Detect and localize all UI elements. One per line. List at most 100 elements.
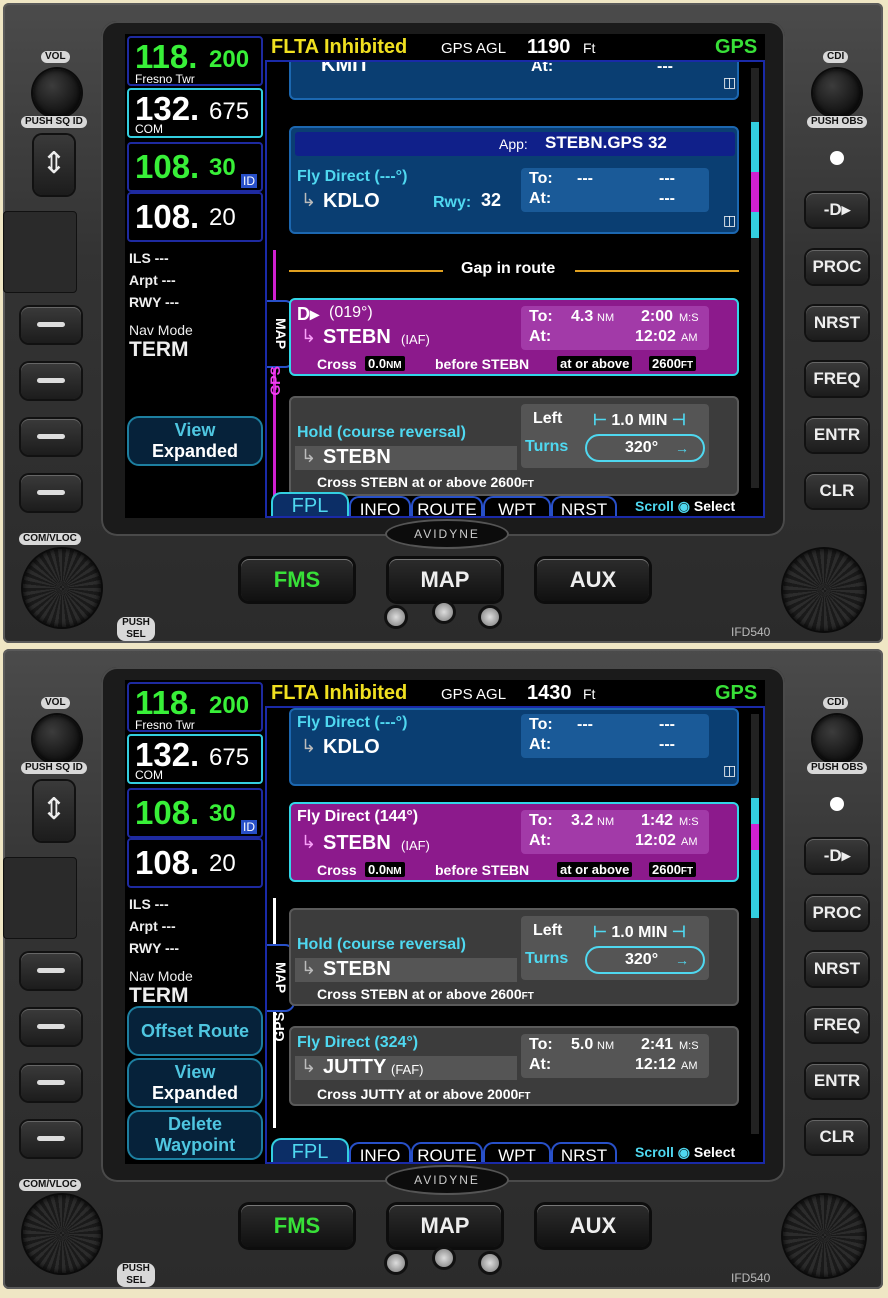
agl-value: 1190 xyxy=(527,36,571,58)
flight-plan-leg-kdlo[interactable]: Fly Direct (---°) ↳ KDLO To: --- --- At:… xyxy=(289,708,739,786)
fms-button[interactable]: FMS xyxy=(241,1205,353,1247)
lsk-3-button[interactable] xyxy=(21,1065,81,1101)
leg-title: Fly Direct (---°) xyxy=(297,168,408,185)
fms-button[interactable]: FMS xyxy=(241,559,353,601)
swap-arrow-button[interactable]: ⇕ xyxy=(34,781,74,841)
push-sq-id-label: PUSH SQ ID xyxy=(21,116,87,128)
direct-to-button[interactable]: -D▸ xyxy=(806,193,868,227)
swap-arrow-button[interactable]: ⇕ xyxy=(34,135,74,195)
cdi-knob[interactable] xyxy=(813,715,861,763)
vol-knob[interactable] xyxy=(33,69,81,117)
hold-course-field[interactable]: 320° → xyxy=(585,946,705,974)
leg-arrow-icon: ↳ xyxy=(301,326,317,346)
hold-leg-time[interactable]: ⊢ 1.0 MIN ⊣ xyxy=(593,410,686,430)
leg-course: (019°) xyxy=(329,304,373,321)
hold-leg-time[interactable]: ⊢ 1.0 MIN ⊣ xyxy=(593,922,686,942)
hold-turn-arrow-icon: → xyxy=(675,440,689,456)
nav-standby-mhz: 108. xyxy=(135,198,200,235)
tab-nrst[interactable]: NRST xyxy=(551,496,617,516)
view-expanded-button[interactable]: View Expanded xyxy=(127,416,263,466)
lsk-2-button[interactable] xyxy=(21,363,81,399)
lsk-2-button[interactable] xyxy=(21,1009,81,1045)
aux-button[interactable]: AUX xyxy=(537,1205,649,1247)
flight-plan-leg-stebn-active[interactable]: D▸ (019°) ↳ STEBN (IAF) To: 4.3 NM 2:00 … xyxy=(289,298,739,376)
freq-button[interactable]: FREQ xyxy=(806,362,868,396)
vol-knob[interactable] xyxy=(33,715,81,763)
tab-route[interactable]: ROUTE xyxy=(411,496,483,516)
lsk-4-button[interactable] xyxy=(21,475,81,511)
freq-button[interactable]: FREQ xyxy=(806,1008,868,1042)
aux-button[interactable]: AUX xyxy=(537,559,649,601)
proc-button[interactable]: PROC xyxy=(806,250,868,284)
nav-standby-freq[interactable]: 108. 20 xyxy=(127,192,263,242)
nav-active-khz: 30 xyxy=(209,154,236,181)
nrst-button[interactable]: NRST xyxy=(806,306,868,340)
proc-button[interactable]: PROC xyxy=(806,896,868,930)
tab-info[interactable]: INFO xyxy=(349,1142,411,1162)
cdi-knob[interactable] xyxy=(813,69,861,117)
lsk-4-button[interactable] xyxy=(21,1121,81,1157)
entr-button[interactable]: ENTR xyxy=(806,1064,868,1098)
lsk-3-button[interactable] xyxy=(21,419,81,455)
clr-button[interactable]: CLR xyxy=(806,1120,868,1154)
nrst-button[interactable]: NRST xyxy=(806,952,868,986)
at-value: --- xyxy=(657,60,673,75)
leg-data-box: To: --- --- At: --- xyxy=(521,168,709,212)
view-line-2: Expanded xyxy=(151,1083,239,1103)
display-screen: FLTA Inhibited GPS AGL 1430 Ft GPS 118. … xyxy=(125,680,765,1164)
com-standby-freq[interactable]: 132. 675 COM xyxy=(127,88,263,138)
hold-course-field[interactable]: 320° → xyxy=(585,434,705,462)
tab-info[interactable]: INFO xyxy=(349,496,411,516)
expand-icon[interactable]: ◫ xyxy=(723,212,736,229)
to-distance: 5.0 xyxy=(571,1036,594,1053)
flight-plan-leg-hold[interactable]: Hold (course reversal) ↳ STEBN Left ⊢ 1.… xyxy=(289,908,739,1006)
entr-button[interactable]: ENTR xyxy=(806,418,868,452)
delete-waypoint-button[interactable]: Delete Waypoint xyxy=(127,1110,263,1160)
expand-icon[interactable]: ◫ xyxy=(723,762,736,779)
flight-plan-leg-jutty[interactable]: Fly Direct (324°) ↳ JUTTY (FAF) To: 5.0 … xyxy=(289,1026,739,1106)
direct-to-button[interactable]: -D▸ xyxy=(806,839,868,873)
nav-mode-value: TERM xyxy=(129,338,189,361)
screw-icon xyxy=(435,1249,453,1267)
scrollbar-thumb[interactable] xyxy=(751,798,759,918)
flight-plan-leg-stebn-active[interactable]: Fly Direct (144°) ↳ STEBN (IAF) To: 3.2 … xyxy=(289,802,739,882)
com-active-freq[interactable]: 118. 200 Fresno Twr xyxy=(127,36,263,86)
nav-active-freq[interactable]: 108. 30 ID xyxy=(127,788,263,838)
map-button[interactable]: MAP xyxy=(389,1205,501,1247)
tab-wpt[interactable]: WPT xyxy=(483,496,551,516)
scrollbar[interactable] xyxy=(751,714,759,1134)
flight-plan-leg-hold[interactable]: Hold (course reversal) ↳ STEBN Left ⊢ 1.… xyxy=(289,396,739,496)
agl-value: 1430 xyxy=(527,682,572,704)
lsk-1-button[interactable] xyxy=(21,953,81,989)
offset-route-button[interactable]: Offset Route xyxy=(127,1006,263,1056)
com-active-freq[interactable]: 118. 200 Fresno Twr xyxy=(127,682,263,732)
map-button[interactable]: MAP xyxy=(389,559,501,601)
com-vloc-knob[interactable] xyxy=(23,1195,101,1273)
flight-plan-leg-kmit[interactable]: KMIT At: --- ◫ xyxy=(289,60,739,100)
tab-fpl[interactable]: FPL xyxy=(271,492,349,516)
com-standby-khz: 675 xyxy=(209,744,250,771)
flta-status: FLTA Inhibited xyxy=(271,36,408,58)
nav-standby-freq[interactable]: 108. 20 xyxy=(127,838,263,888)
flight-plan-leg-kdlo[interactable]: App: STEBN.GPS 32 Fly Direct (---°) ↳ KD… xyxy=(289,126,739,234)
nav-standby-mhz: 108. xyxy=(135,844,200,881)
tab-fpl[interactable]: FPL xyxy=(271,1138,349,1162)
tab-wpt[interactable]: WPT xyxy=(483,1142,551,1162)
leg-title: Hold (course reversal) xyxy=(297,424,466,441)
to-label: To: xyxy=(529,170,553,187)
expand-icon[interactable]: ◫ xyxy=(723,74,736,91)
at-label: At: xyxy=(529,736,552,753)
knob-icon: ◉ xyxy=(677,498,691,514)
fms-knob[interactable] xyxy=(783,549,865,631)
tab-nrst[interactable]: NRST xyxy=(551,1142,617,1162)
clr-button[interactable]: CLR xyxy=(806,474,868,508)
nav-active-freq[interactable]: 108. 30 ID xyxy=(127,142,263,192)
fms-knob[interactable] xyxy=(783,1195,865,1277)
lsk-1-button[interactable] xyxy=(21,307,81,343)
view-expanded-button[interactable]: View Expanded xyxy=(127,1058,263,1108)
scrollbar[interactable] xyxy=(751,68,759,488)
com-vloc-knob[interactable] xyxy=(23,549,101,627)
tab-route[interactable]: ROUTE xyxy=(411,1142,483,1162)
com-standby-freq[interactable]: 132. 675 COM xyxy=(127,734,263,784)
avidyne-logo: AVIDYNE xyxy=(387,521,507,547)
